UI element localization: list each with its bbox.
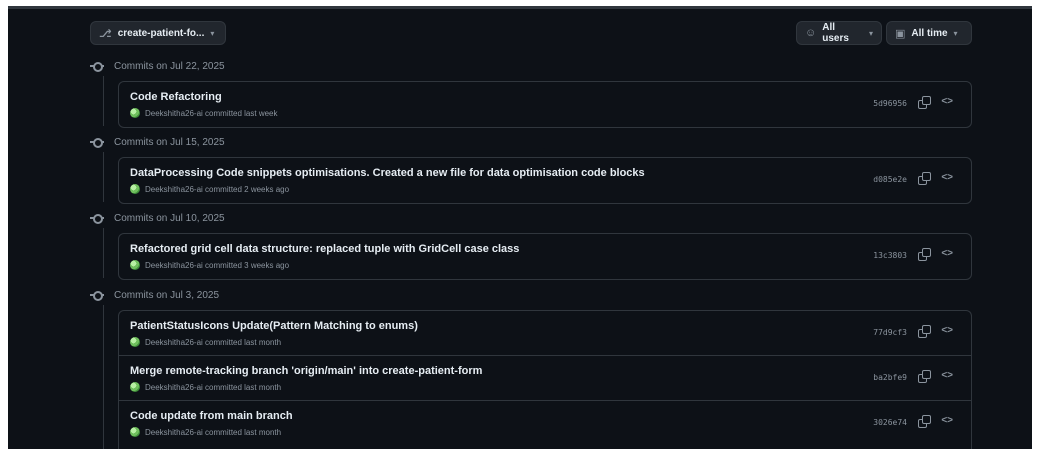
commit-message-link[interactable]: Code update from main branch — [130, 410, 293, 422]
commit-author-line: Deekshitha26-ai committed last month — [145, 337, 282, 347]
all-time-button[interactable]: ▣ All time ▾ — [886, 21, 972, 45]
copy-icon[interactable] — [917, 370, 931, 384]
commit-author-line: Deekshitha26-ai committed last month — [145, 382, 282, 392]
commit-group-date: Commits on Jul 22, 2025 — [114, 60, 225, 72]
avatar[interactable] — [130, 260, 140, 270]
commit-sha-link[interactable]: 13c3803 — [873, 251, 907, 260]
commit-row: Code Refactoring Deekshitha26-ai committ… — [119, 82, 971, 127]
chevron-down-icon: ▾ — [953, 28, 958, 38]
copy-icon[interactable] — [917, 325, 931, 339]
avatar[interactable] — [130, 337, 140, 347]
commit-message-link[interactable]: DataProcessing Code snippets optimisatio… — [130, 167, 645, 179]
avatar[interactable] — [130, 427, 140, 437]
commit-group-heading: Commits on Jul 15, 2025 — [90, 132, 225, 152]
commit-author-line: Deekshitha26-ai committed last week — [145, 108, 278, 118]
commit-sha-link[interactable]: d085e2e — [873, 175, 907, 184]
commit-meta: Deekshitha26-ai committed 2 weeks ago — [130, 184, 289, 194]
copy-icon[interactable] — [917, 96, 931, 110]
commit-row: Refactored grid cell data structure: rep… — [119, 234, 971, 279]
timeline-line — [103, 228, 104, 278]
commit-meta: Deekshitha26-ai committed last month — [130, 337, 281, 347]
commit-sha-link[interactable]: 5d96956 — [873, 99, 907, 108]
branch-selector-button[interactable]: ⎇ create-patient-fo... ▾ — [90, 21, 226, 45]
commit-row: Code update from main branch Deekshitha2… — [119, 401, 971, 446]
commit-meta: Deekshitha26-ai committed 3 weeks ago — [130, 260, 289, 270]
avatar[interactable] — [130, 108, 140, 118]
commit-message-link[interactable]: PatientStatusIcons Update(Pattern Matchi… — [130, 320, 418, 332]
avatar[interactable] — [130, 184, 140, 194]
commit-group-date: Commits on Jul 15, 2025 — [114, 136, 225, 148]
commit-row: Merge remote-tracking branch 'origin/mai… — [119, 356, 971, 401]
commit-list: Refactored grid cell data structure: rep… — [118, 233, 972, 280]
commit-meta: Deekshitha26-ai committed last month — [130, 427, 281, 437]
browse-code-icon[interactable]: <> — [941, 325, 953, 336]
commit-group-heading: Commits on Jul 22, 2025 — [90, 56, 225, 76]
calendar-icon: ▣ — [895, 27, 906, 40]
commit-group-date: Commits on Jul 3, 2025 — [114, 289, 220, 301]
commit-row: PatientStatusIcons Update(Pattern Matchi… — [119, 311, 971, 356]
people-icon: ☺ — [805, 27, 817, 39]
browse-code-icon[interactable]: <> — [941, 415, 953, 426]
commit-message-link[interactable]: Merge remote-tracking branch 'origin/mai… — [130, 365, 482, 377]
browse-code-icon[interactable]: <> — [941, 96, 953, 107]
commit-meta: Deekshitha26-ai committed last week — [130, 108, 278, 118]
avatar[interactable] — [130, 382, 140, 392]
time-label: All time — [911, 27, 948, 39]
commit-message-link[interactable]: Code Refactoring — [130, 91, 222, 103]
commit-sha-link[interactable]: 77d9cf3 — [873, 328, 907, 337]
commit-group-heading: Commits on Jul 3, 2025 — [90, 285, 219, 305]
commit-author-line: Deekshitha26-ai committed 2 weeks ago — [145, 184, 290, 194]
commit-group-date: Commits on Jul 10, 2025 — [114, 212, 225, 224]
commit-message-link[interactable]: Refactored grid cell data structure: rep… — [130, 243, 519, 255]
commit-group-heading: Commits on Jul 10, 2025 — [90, 208, 225, 228]
commit-author-line: Deekshitha26-ai committed last month — [145, 427, 282, 437]
commit-sha-link[interactable]: ba2bfe9 — [873, 373, 907, 382]
copy-icon[interactable] — [917, 248, 931, 262]
commits-toolbar: ⎇ create-patient-fo... ▾ ☺ All users ▾ ▣… — [90, 21, 972, 45]
chevron-down-icon: ▾ — [868, 28, 873, 38]
commit-list: Code Refactoring Deekshitha26-ai committ… — [118, 81, 972, 128]
commit-meta: Deekshitha26-ai committed last month — [130, 382, 281, 392]
timeline-line — [103, 305, 104, 449]
chevron-down-icon: ▾ — [210, 28, 215, 38]
users-label: All users — [822, 22, 849, 44]
all-users-button[interactable]: ☺ All users ▾ — [796, 21, 882, 45]
timeline-line — [103, 152, 104, 202]
commit-list: DataProcessing Code snippets optimisatio… — [118, 157, 972, 204]
copy-icon[interactable] — [917, 172, 931, 186]
git-commit-icon — [90, 211, 104, 225]
browse-code-icon[interactable]: <> — [941, 370, 953, 381]
timeline-line — [103, 76, 104, 126]
browse-code-icon[interactable]: <> — [941, 248, 953, 259]
commit-author-line: Deekshitha26-ai committed 3 weeks ago — [145, 260, 290, 270]
commit-row: DataProcessing Code snippets optimisatio… — [119, 158, 971, 203]
commits-page: ⎇ create-patient-fo... ▾ ☺ All users ▾ ▣… — [8, 6, 1032, 449]
branch-label: create-patient-fo... — [117, 27, 205, 39]
git-commit-icon — [90, 59, 104, 73]
commit-list: PatientStatusIcons Update(Pattern Matchi… — [118, 310, 972, 449]
git-commit-icon — [90, 135, 104, 149]
top-divider — [8, 6, 1032, 9]
commit-sha-link[interactable]: 3026e74 — [873, 418, 907, 427]
browse-code-icon[interactable]: <> — [941, 172, 953, 183]
copy-icon[interactable] — [917, 415, 931, 429]
git-commit-icon — [90, 288, 104, 302]
git-branch-icon: ⎇ — [99, 27, 112, 40]
